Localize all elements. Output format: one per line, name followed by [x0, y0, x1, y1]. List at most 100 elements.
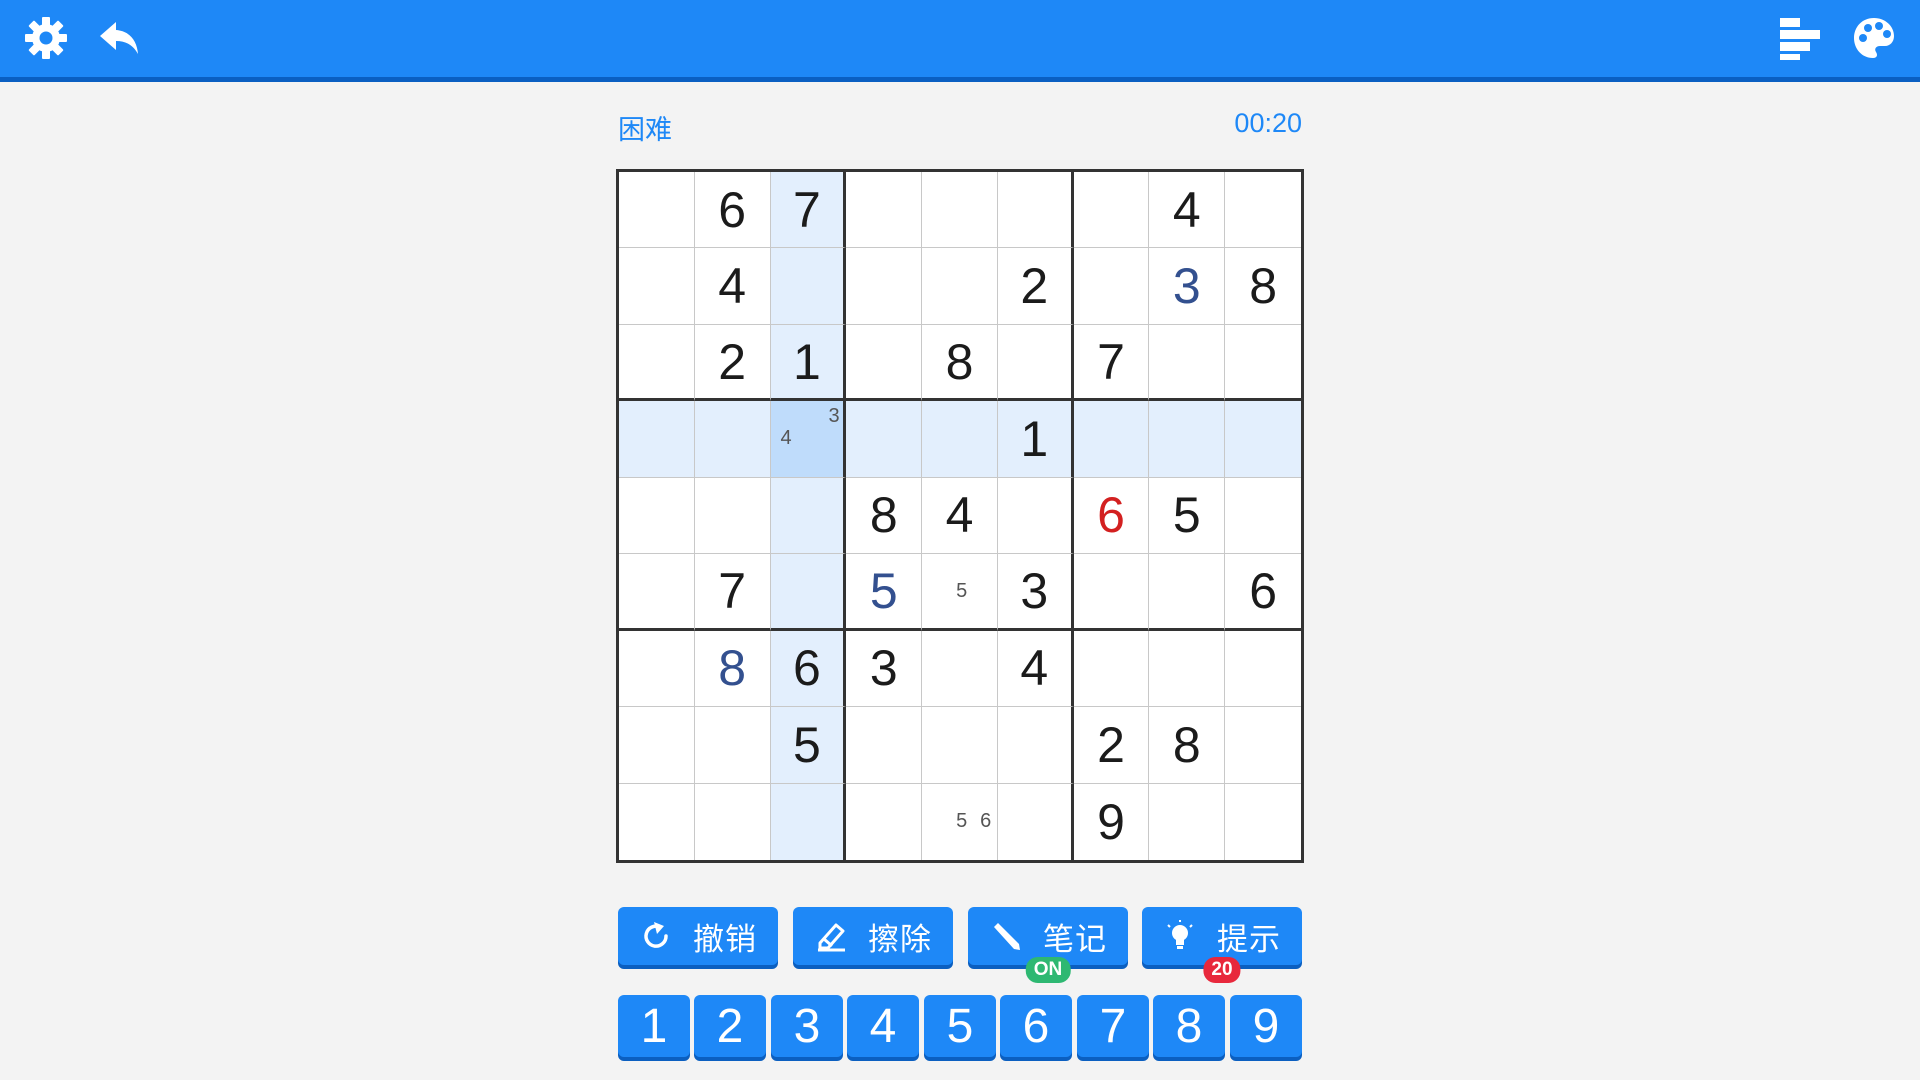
sudoku-cell-r8c1[interactable]	[619, 707, 695, 784]
sudoku-cell-r8c8[interactable]: 8	[1149, 707, 1226, 784]
sudoku-cell-r8c3[interactable]: 5	[770, 707, 847, 784]
sudoku-cell-r1c8[interactable]: 4	[1149, 172, 1226, 249]
undo-arrow-icon[interactable]	[96, 14, 144, 62]
sudoku-cell-r6c7[interactable]	[1073, 554, 1150, 631]
sudoku-cell-r5c5[interactable]: 4	[922, 477, 998, 555]
sudoku-cell-r4c2[interactable]	[694, 401, 771, 478]
sudoku-cell-r5c4[interactable]: 8	[846, 477, 923, 555]
number-button-7[interactable]: 7	[1077, 995, 1149, 1057]
sudoku-cell-r6c2[interactable]: 7	[694, 554, 771, 631]
number-button-3[interactable]: 3	[771, 995, 843, 1057]
sudoku-cell-r4c7[interactable]	[1073, 401, 1150, 478]
palette-icon[interactable]	[1850, 14, 1898, 62]
sudoku-cell-r2c2[interactable]: 4	[694, 248, 771, 325]
sudoku-cell-r6c5[interactable]: 5	[922, 554, 998, 631]
sudoku-cell-r9c6[interactable]	[997, 783, 1074, 860]
sudoku-cell-r1c9[interactable]	[1225, 172, 1301, 249]
sudoku-cell-r8c9[interactable]	[1225, 707, 1301, 784]
sudoku-cell-r2c4[interactable]	[846, 248, 923, 325]
sudoku-cell-r9c7[interactable]: 9	[1073, 783, 1150, 860]
undo-button[interactable]: 撤销	[618, 907, 778, 965]
sudoku-cell-r6c1[interactable]	[619, 554, 695, 631]
sudoku-cell-r8c2[interactable]	[694, 707, 771, 784]
sudoku-cell-r2c8[interactable]: 3	[1149, 248, 1226, 325]
sudoku-cell-r5c7[interactable]: 6	[1073, 477, 1150, 555]
sudoku-cell-r2c3[interactable]	[770, 248, 847, 325]
sudoku-cell-r4c1[interactable]	[619, 401, 695, 478]
sudoku-cell-r8c5[interactable]	[922, 707, 998, 784]
sudoku-cell-r5c6[interactable]	[997, 477, 1074, 555]
sudoku-cell-r4c5[interactable]	[922, 401, 998, 478]
sudoku-cell-r3c4[interactable]	[846, 324, 923, 402]
sudoku-cell-r1c1[interactable]	[619, 172, 695, 249]
sudoku-cell-r2c1[interactable]	[619, 248, 695, 325]
sudoku-cell-r1c6[interactable]	[997, 172, 1074, 249]
sudoku-cell-r6c3[interactable]	[770, 554, 847, 631]
number-button-5[interactable]: 5	[924, 995, 996, 1057]
bar-stats-icon[interactable]	[1776, 14, 1824, 62]
sudoku-cell-r7c6[interactable]: 4	[997, 630, 1074, 708]
sudoku-cell-r1c3[interactable]: 7	[770, 172, 847, 249]
sudoku-cell-r3c9[interactable]	[1225, 324, 1301, 402]
sudoku-cell-r7c2[interactable]: 8	[694, 630, 771, 708]
sudoku-cell-r3c7[interactable]: 7	[1073, 324, 1150, 402]
number-button-4[interactable]: 4	[847, 995, 919, 1057]
sudoku-cell-r2c7[interactable]	[1073, 248, 1150, 325]
sudoku-cell-r7c1[interactable]	[619, 630, 695, 708]
gear-icon[interactable]	[22, 14, 70, 62]
sudoku-cell-r5c8[interactable]: 5	[1149, 477, 1226, 555]
sudoku-cell-r9c8[interactable]	[1149, 783, 1226, 860]
number-button-2[interactable]: 2	[694, 995, 766, 1057]
sudoku-cell-r9c4[interactable]	[846, 783, 923, 860]
sudoku-cell-r5c2[interactable]	[694, 477, 771, 555]
sudoku-cell-r5c9[interactable]	[1225, 477, 1301, 555]
sudoku-cell-r8c7[interactable]: 2	[1073, 707, 1150, 784]
sudoku-cell-r6c8[interactable]	[1149, 554, 1226, 631]
sudoku-cell-r2c5[interactable]	[922, 248, 998, 325]
sudoku-cell-r8c6[interactable]	[997, 707, 1074, 784]
sudoku-cell-r7c8[interactable]	[1149, 630, 1226, 708]
number-pad: 1 2 3 4 5 6 7 8 9	[618, 995, 1302, 1061]
sudoku-cell-r6c4[interactable]: 5	[846, 554, 923, 631]
sudoku-cell-r1c2[interactable]: 6	[694, 172, 771, 249]
sudoku-cell-r4c4[interactable]	[846, 401, 923, 478]
sudoku-cell-r3c5[interactable]: 8	[922, 324, 998, 402]
sudoku-cell-r1c4[interactable]	[846, 172, 923, 249]
sudoku-cell-r6c6[interactable]: 3	[997, 554, 1074, 631]
sudoku-cell-r2c6[interactable]: 2	[997, 248, 1074, 325]
number-button-8[interactable]: 8	[1153, 995, 1225, 1057]
sudoku-cell-r5c3[interactable]	[770, 477, 847, 555]
sudoku-cell-r3c8[interactable]	[1149, 324, 1226, 402]
sudoku-cell-r9c5[interactable]: 56	[922, 783, 998, 860]
sudoku-cell-r7c4[interactable]: 3	[846, 630, 923, 708]
number-button-1[interactable]: 1	[618, 995, 690, 1057]
number-button-6[interactable]: 6	[1000, 995, 1072, 1057]
sudoku-cell-r4c6[interactable]: 1	[997, 401, 1074, 478]
sudoku-cell-r7c9[interactable]	[1225, 630, 1301, 708]
sudoku-cell-r8c4[interactable]	[846, 707, 923, 784]
erase-button[interactable]: 擦除	[793, 907, 953, 965]
sudoku-cell-r1c5[interactable]	[922, 172, 998, 249]
hint-button[interactable]: 提示 20	[1142, 907, 1302, 983]
sudoku-cell-r5c1[interactable]	[619, 477, 695, 555]
sudoku-cell-r3c1[interactable]	[619, 324, 695, 402]
sudoku-cell-r9c3[interactable]	[770, 783, 847, 860]
sudoku-cell-r3c6[interactable]	[997, 324, 1074, 402]
number-button-9[interactable]: 9	[1230, 995, 1302, 1057]
sudoku-cell-r6c9[interactable]: 6	[1225, 554, 1301, 631]
sudoku-cell-r3c2[interactable]: 2	[694, 324, 771, 402]
sudoku-cell-r3c3[interactable]: 1	[770, 324, 847, 402]
sudoku-cell-r9c2[interactable]	[694, 783, 771, 860]
sudoku-cell-r7c3[interactable]: 6	[770, 630, 847, 708]
sudoku-cell-r4c8[interactable]	[1149, 401, 1226, 478]
status-row: 困难 00:20	[618, 108, 1302, 145]
sudoku-cell-r4c3[interactable]: 34	[770, 401, 847, 478]
sudoku-cell-r7c7[interactable]	[1073, 630, 1150, 708]
sudoku-cell-r2c9[interactable]: 8	[1225, 248, 1301, 325]
sudoku-cell-r7c5[interactable]	[922, 630, 998, 708]
sudoku-cell-r1c7[interactable]	[1073, 172, 1150, 249]
sudoku-cell-r4c9[interactable]	[1225, 401, 1301, 478]
notes-button[interactable]: 笔记 ON	[968, 907, 1128, 983]
sudoku-cell-r9c1[interactable]	[619, 783, 695, 860]
sudoku-cell-r9c9[interactable]	[1225, 783, 1301, 860]
